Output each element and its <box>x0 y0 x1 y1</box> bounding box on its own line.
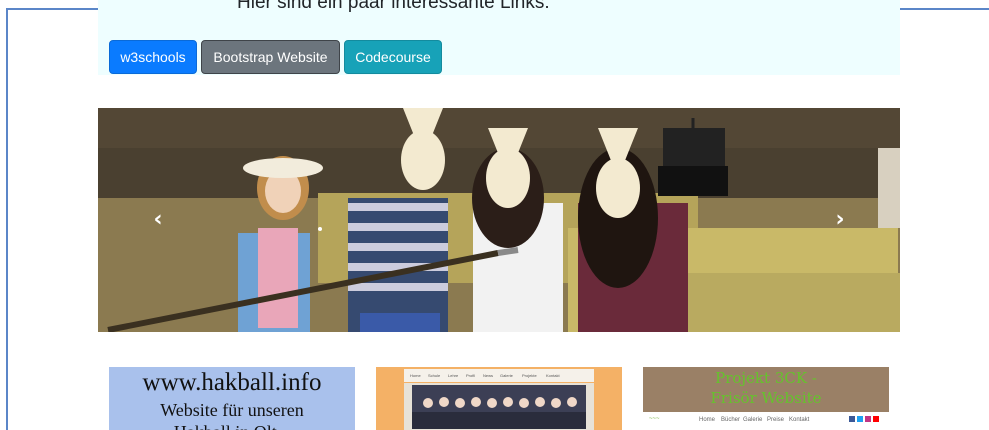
project-nav-gallery: Galerie <box>743 417 763 423</box>
codecourse-button[interactable]: Codecourse <box>344 40 442 74</box>
school-nav-7: Projekte <box>522 373 537 378</box>
carousel-prev-icon[interactable]: ‹ <box>146 208 170 232</box>
card-project-3ck[interactable]: Projekt 3CK - Frisör Website ~~~ Home Bü… <box>643 367 889 430</box>
twitter-icon <box>857 416 863 422</box>
project-title-line1: Projekt 3CK - <box>715 369 817 387</box>
bootstrap-website-button[interactable]: Bootstrap Website <box>201 40 340 74</box>
card-hakball[interactable]: www.hakball.info Website für unseren Hak… <box>109 367 355 430</box>
youtube-icon <box>873 416 879 422</box>
project-site-logo: ~~~ <box>649 416 660 422</box>
project-nav-contact: Kontakt <box>789 417 810 423</box>
project-title-line2: Frisör Website <box>710 389 822 407</box>
school-nav-2: Schule <box>428 373 441 378</box>
project-nav-books: Bücher <box>721 417 741 423</box>
w3schools-button[interactable]: w3schools <box>109 40 197 74</box>
project-site-header: ~~~ Home Bücher Galerie Preise Kontakt <box>643 412 889 430</box>
instagram-icon <box>865 416 871 422</box>
image-carousel[interactable]: ‹ › <box>98 108 900 332</box>
school-nav-5: News <box>483 373 493 378</box>
card-hakball-subtitle: Website für unseren <box>160 400 304 420</box>
school-nav-3: Lehre <box>448 373 459 378</box>
card-school-website[interactable]: Home Schule Lehre Profil News Galerie Pr… <box>376 367 622 430</box>
card-hakball-subtitle2: Hakball in Olt... <box>109 421 355 430</box>
school-nav-6: Galerie <box>500 373 514 378</box>
carousel-photo <box>98 108 900 332</box>
school-nav-8: Kontakt <box>546 373 560 378</box>
jumbotron-text: Hier sind ein paar interessante Links: <box>237 0 550 13</box>
school-nav-4: Profil <box>466 373 475 378</box>
card-hakball-title: www.hakball.info <box>142 369 322 396</box>
facebook-icon <box>849 416 855 422</box>
carousel-next-icon[interactable]: › <box>828 208 852 232</box>
project-nav-home: Home <box>699 417 716 423</box>
school-website-screenshot: Home Schule Lehre Profil News Galerie Pr… <box>376 367 622 430</box>
project-nav-prices: Preise <box>767 417 785 423</box>
school-nav-1: Home <box>410 373 421 378</box>
